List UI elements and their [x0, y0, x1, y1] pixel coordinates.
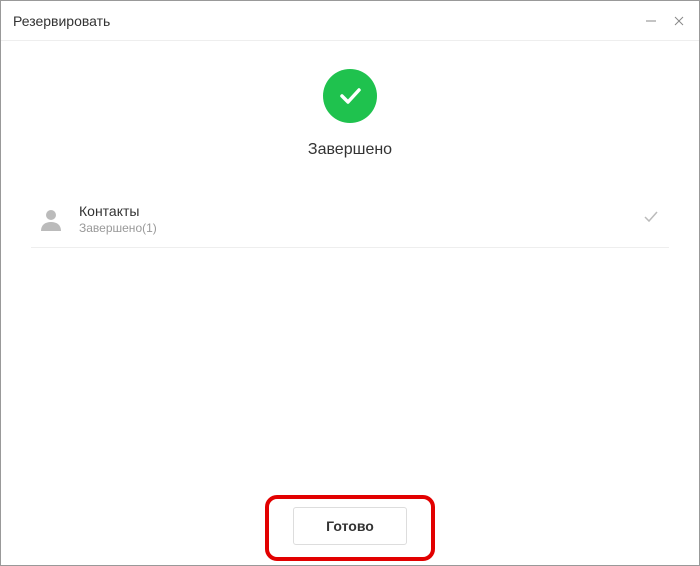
item-subtitle: Завершено(1): [79, 221, 641, 235]
status-text: Завершено: [308, 141, 392, 159]
success-icon: [323, 69, 377, 123]
close-button[interactable]: [671, 13, 687, 29]
window-title: Резервировать: [13, 13, 643, 29]
contacts-icon: [31, 205, 71, 233]
minimize-icon: [644, 14, 658, 28]
backup-window: Резервировать Завершено: [0, 0, 700, 566]
checkmark-icon: [335, 81, 365, 111]
checkmark-icon: [641, 207, 661, 227]
minimize-button[interactable]: [643, 13, 659, 29]
titlebar: Резервировать: [1, 1, 699, 41]
item-text: Контакты Завершено(1): [71, 203, 641, 235]
list-item: Контакты Завершено(1): [31, 191, 669, 248]
window-controls: [643, 13, 687, 29]
close-icon: [672, 14, 686, 28]
footer: Готово: [1, 487, 699, 565]
person-icon: [37, 205, 65, 233]
item-title: Контакты: [79, 203, 641, 219]
done-button[interactable]: Готово: [293, 507, 407, 545]
item-status-icon: [641, 207, 669, 232]
content-area: Завершено Контакты Завершено(1): [1, 41, 699, 487]
